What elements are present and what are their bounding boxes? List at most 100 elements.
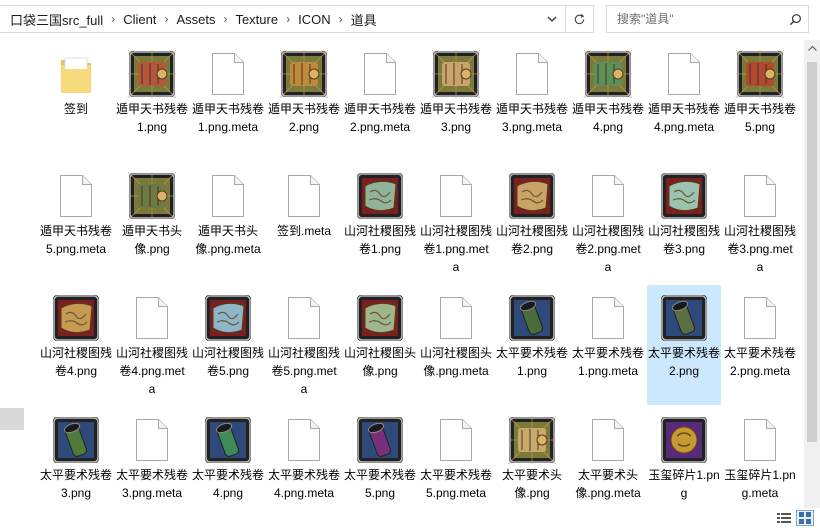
file-name-label: 山河社稷图残卷5.png.meta [268, 346, 341, 396]
breadcrumb-item[interactable]: 道具 [349, 10, 379, 29]
scroll-image-icon [128, 50, 176, 98]
file-name-label: 玉玺碎片1.png [648, 468, 720, 500]
file-item[interactable]: 山河社稷图残卷4.png [39, 285, 113, 405]
file-item[interactable]: 遁甲天书残卷2.png [267, 41, 341, 161]
file-name-label: 太平要术残卷5.png.meta [420, 468, 493, 500]
file-item[interactable]: 遁甲天书残卷4.png.meta [647, 41, 721, 161]
file-item[interactable]: 遁甲天书残卷5.png.meta [39, 163, 113, 283]
file-item[interactable]: 遁甲天书残卷3.png.meta [495, 41, 569, 161]
file-name-label: 太平要术残卷1.png [496, 346, 569, 378]
scroll-image-icon [432, 50, 480, 98]
file-name-label: 遁甲天书残卷3.png.meta [496, 102, 569, 134]
file-item[interactable]: 山河社稷图残卷2.png [495, 163, 569, 283]
refresh-icon[interactable] [565, 6, 593, 32]
file-name-label: 玉玺碎片1.png.meta [724, 468, 796, 500]
file-item[interactable]: 太平要术残卷4.png [191, 407, 265, 506]
file-item[interactable]: 山河社稷图残卷2.png.meta [571, 163, 645, 283]
file-item[interactable]: 山河社稷图头像.png [343, 285, 417, 405]
file-name-label: 山河社稷图残卷2.png.meta [572, 224, 645, 274]
scroll-image-icon [128, 172, 176, 220]
scrollbar-thumb[interactable] [807, 62, 817, 442]
file-item[interactable]: 太平要术残卷5.png.meta [419, 407, 493, 506]
file-name-label: 太平要术残卷4.png [192, 468, 265, 500]
navigation-pane[interactable] [0, 38, 24, 508]
file-item[interactable]: 遁甲天书头像.png.meta [191, 163, 265, 283]
file-name-label: 签到 [63, 102, 88, 116]
scroll-tube-image-icon [204, 416, 252, 464]
file-name-label: 太平要术头像.png [501, 468, 562, 500]
file-item[interactable]: 山河社稷图残卷5.png [191, 285, 265, 405]
file-item[interactable]: 太平要术残卷2.png.meta [723, 285, 797, 405]
document-icon [584, 172, 632, 220]
file-item[interactable]: 太平要术头像.png [495, 407, 569, 506]
file-name-label: 太平要术残卷1.png.meta [572, 346, 645, 378]
breadcrumb-separator-icon[interactable]: › [105, 12, 121, 26]
file-item[interactable]: 遁甲天书残卷2.png.meta [343, 41, 417, 161]
file-name-label: 山河社稷图残卷3.png.meta [724, 224, 797, 274]
map-image-icon [52, 294, 100, 342]
file-item[interactable]: 遁甲天书头像.png [115, 163, 189, 283]
file-item[interactable]: 太平要术残卷5.png [343, 407, 417, 506]
file-item[interactable]: 太平要术残卷1.png.meta [571, 285, 645, 405]
file-item[interactable]: 遁甲天书残卷5.png [723, 41, 797, 161]
file-item[interactable]: 玉玺碎片1.png.meta [723, 407, 797, 506]
large-icons-view-icon[interactable] [796, 510, 814, 526]
breadcrumb-separator-icon[interactable]: › [280, 12, 296, 26]
file-item[interactable]: 太平要术残卷4.png.meta [267, 407, 341, 506]
breadcrumb-item[interactable]: Client [121, 12, 158, 27]
file-item[interactable]: 山河社稷图残卷3.png.meta [723, 163, 797, 283]
file-item[interactable]: 山河社稷图残卷4.png.meta [115, 285, 189, 405]
scroll-image-icon [508, 416, 556, 464]
file-name-label: 太平要术残卷3.png.meta [116, 468, 189, 500]
file-name-label: 遁甲天书残卷1.png [116, 102, 189, 134]
breadcrumb-separator-icon[interactable]: › [333, 12, 349, 26]
file-item[interactable]: 太平要术残卷3.png [39, 407, 113, 506]
navigation-pane-selected-item[interactable] [0, 408, 24, 430]
file-item[interactable]: 太平要术残卷1.png [495, 285, 569, 405]
file-item[interactable]: 太平要术残卷3.png.meta [115, 407, 189, 506]
file-name-label: 太平要术残卷2.png [648, 346, 721, 378]
address-bar[interactable]: 口袋三国src_full › Client › Assets › Texture › ICON ›… [0, 5, 594, 33]
scroll-image-icon [736, 50, 784, 98]
breadcrumb-item[interactable]: ICON [296, 12, 333, 27]
file-item[interactable]: 签到.meta [267, 163, 341, 283]
details-view-icon[interactable] [775, 510, 793, 526]
vertical-scrollbar[interactable] [804, 40, 820, 508]
breadcrumb-item[interactable]: Assets [174, 12, 217, 27]
breadcrumb-item[interactable]: Texture [233, 12, 280, 27]
file-item[interactable]: 山河社稷图头像.png.meta [419, 285, 493, 405]
file-item[interactable]: 玉玺碎片1.png [647, 407, 721, 506]
file-name-label: 遁甲天书头像.png.meta [195, 224, 261, 256]
scroll-up-arrow-icon[interactable] [804, 40, 820, 57]
file-item[interactable]: 遁甲天书残卷3.png [419, 41, 493, 161]
map-image-icon [204, 294, 252, 342]
file-name-label: 遁甲天书残卷4.png.meta [648, 102, 721, 134]
file-name-label: 山河社稷图残卷1.png.meta [420, 224, 493, 274]
search-input[interactable] [607, 6, 782, 32]
search-box[interactable] [606, 5, 809, 33]
file-name-label: 遁甲天书残卷5.png [724, 102, 797, 134]
document-icon [660, 50, 708, 98]
file-item[interactable]: 太平要术头像.png.meta [571, 407, 645, 506]
file-item[interactable]: 山河社稷图残卷3.png [647, 163, 721, 283]
breadcrumb-separator-icon[interactable]: › [217, 12, 233, 26]
file-name-label: 遁甲天书残卷2.png [268, 102, 341, 134]
magnifier-icon[interactable] [782, 6, 808, 32]
breadcrumb-separator-icon[interactable]: › [158, 12, 174, 26]
folder-item[interactable]: 签到 [39, 41, 113, 161]
file-item[interactable]: 遁甲天书残卷4.png [571, 41, 645, 161]
file-name-label: 山河社稷图残卷4.png.meta [116, 346, 189, 396]
file-item[interactable]: 山河社稷图残卷1.png.meta [419, 163, 493, 283]
file-item[interactable]: 山河社稷图残卷1.png [343, 163, 417, 283]
chevron-down-icon[interactable] [537, 6, 565, 32]
file-name-label: 签到.meta [276, 224, 331, 238]
document-icon [128, 294, 176, 342]
document-icon [736, 172, 784, 220]
file-item[interactable]: 山河社稷图残卷5.png.meta [267, 285, 341, 405]
file-item[interactable]: 太平要术残卷2.png [647, 285, 721, 405]
breadcrumb-item[interactable]: 口袋三国src_full [8, 10, 105, 29]
file-name-label: 太平要术头像.png.meta [575, 468, 641, 500]
folder-icon [52, 50, 100, 98]
file-item[interactable]: 遁甲天书残卷1.png [115, 41, 189, 161]
file-item[interactable]: 遁甲天书残卷1.png.meta [191, 41, 265, 161]
